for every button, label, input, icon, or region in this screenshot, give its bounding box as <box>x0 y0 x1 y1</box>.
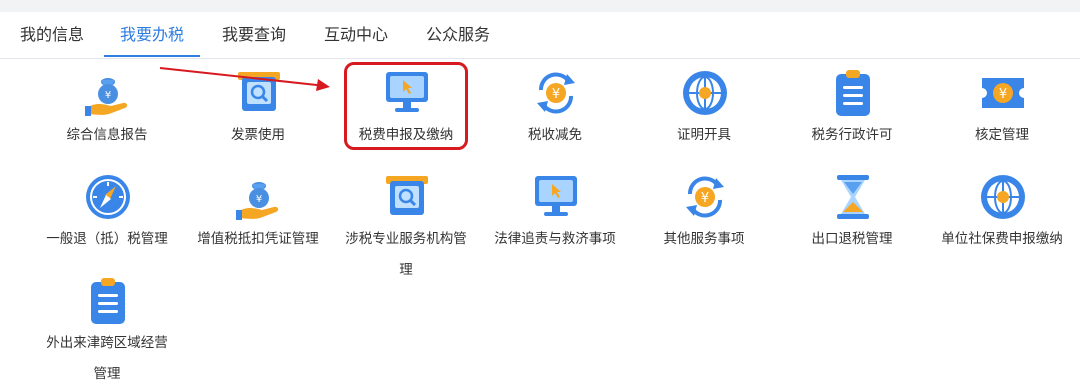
top-band <box>0 0 1080 12</box>
service-item-other-services[interactable]: ¥ 其他服务事项 <box>630 172 778 256</box>
tab-interaction[interactable]: 互动中心 <box>318 24 394 58</box>
service-item-label-line2: 管理 <box>93 366 121 382</box>
service-item-export-refund[interactable]: 出口退税管理 <box>778 172 926 256</box>
service-item-label: 外出来津跨区域经营 <box>46 335 168 351</box>
money-bag-hand-icon: ¥ <box>234 172 284 222</box>
service-item-certificate-issue[interactable]: 证明开具 <box>630 68 778 152</box>
service-item-label: 一般退（抵）税管理 <box>46 231 168 247</box>
tab-bar: 我的信息 我要办税 我要查询 互动中心 公众服务 <box>0 12 1080 59</box>
service-item-tax-reduction[interactable]: ¥ 税收减免 <box>481 68 629 152</box>
svg-text:¥: ¥ <box>105 90 111 101</box>
tab-my-info[interactable]: 我的信息 <box>14 24 90 58</box>
clipboard-icon <box>83 276 133 326</box>
service-item-label: 综合信息报告 <box>66 127 148 143</box>
yuan-refresh-icon: ¥ <box>680 172 730 222</box>
svg-text:¥: ¥ <box>256 194 262 205</box>
service-item-tax-agency-management[interactable]: 涉税专业服务机构管 理 <box>332 172 480 282</box>
tab-tax-handling[interactable]: 我要办税 <box>110 24 194 58</box>
service-item-label: 法律追责与救济事项 <box>494 231 616 247</box>
svg-text:¥: ¥ <box>552 87 560 102</box>
globe-icon <box>978 172 1028 222</box>
service-item-label: 涉税专业服务机构管 <box>345 231 467 247</box>
money-bag-hand-icon: ¥ <box>83 68 133 118</box>
monitor-cursor-icon <box>531 172 581 222</box>
highlight-box <box>344 62 468 150</box>
compass-icon <box>83 172 133 222</box>
svg-text:¥: ¥ <box>701 191 709 206</box>
clipboard-icon <box>828 68 878 118</box>
service-item-label: 税务行政许可 <box>811 127 893 143</box>
service-item-label: 税收减免 <box>528 127 582 143</box>
service-item-assessment-management[interactable]: ¥ 核定管理 <box>928 68 1076 152</box>
service-item-social-security-payment[interactable]: 单位社保费申报缴纳 <box>928 172 1076 256</box>
globe-icon <box>680 68 730 118</box>
tab-public-service[interactable]: 公众服务 <box>418 24 498 58</box>
service-item-label: 其他服务事项 <box>663 231 745 247</box>
service-item-label: 单位社保费申报缴纳 <box>941 231 1063 247</box>
service-item-cross-region-operation[interactable]: 外出来津跨区域经营 管理 <box>33 276 181 386</box>
service-item-label: 核定管理 <box>975 127 1029 143</box>
yuan-ticket-icon: ¥ <box>978 68 1028 118</box>
service-item-legal-remedy[interactable]: 法律追责与救济事项 <box>481 172 629 256</box>
yuan-refresh-icon: ¥ <box>531 68 581 118</box>
service-item-label: 出口退税管理 <box>811 231 893 247</box>
active-tab-underline <box>104 55 200 57</box>
service-item-general-refund[interactable]: 一般退（抵）税管理 <box>33 172 181 256</box>
service-item-label: 发票使用 <box>231 127 285 143</box>
hourglass-icon <box>828 172 878 222</box>
service-item-label-line2: 理 <box>399 262 413 278</box>
svg-text:¥: ¥ <box>999 87 1007 102</box>
invoice-search-icon <box>382 172 432 222</box>
annotation-arrow-icon <box>159 67 330 91</box>
tab-query[interactable]: 我要查询 <box>216 24 292 58</box>
service-item-administrative-license[interactable]: 税务行政许可 <box>778 68 926 152</box>
service-item-label: 增值税抵扣凭证管理 <box>197 231 319 247</box>
service-item-vat-deduction[interactable]: ¥ 增值税抵扣凭证管理 <box>184 172 332 256</box>
service-item-label: 证明开具 <box>677 127 731 143</box>
